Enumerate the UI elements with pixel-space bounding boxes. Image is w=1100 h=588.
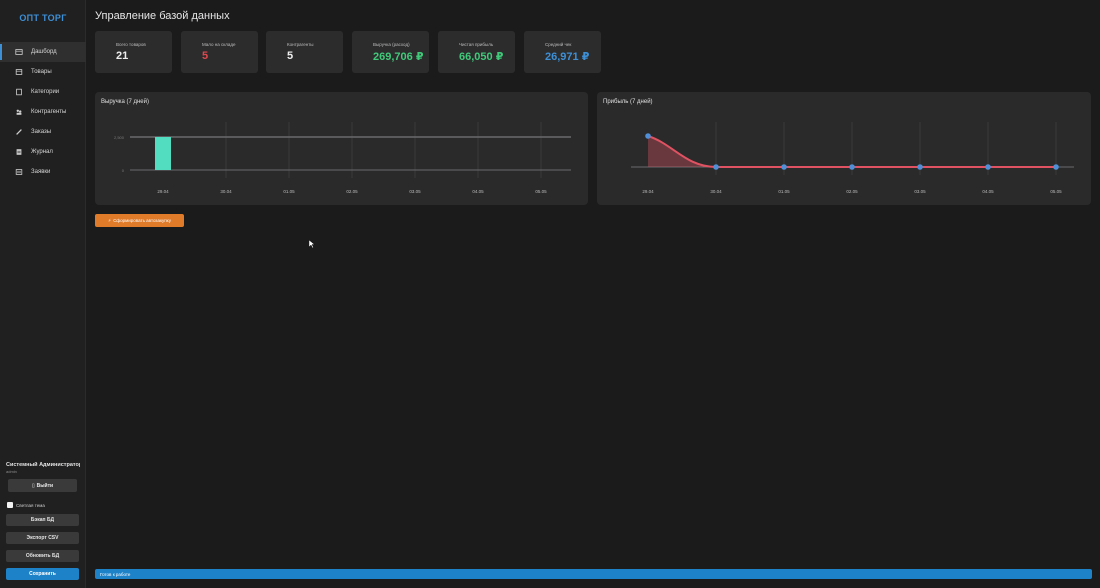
sidebar-item-categories[interactable]: Категории xyxy=(0,82,86,102)
stat-label: Средний чек xyxy=(545,42,572,47)
sidebar-item-label: Товары xyxy=(31,69,52,75)
light-theme-checkbox[interactable]: Светлая тема xyxy=(7,502,45,508)
x-tick-label: 01.05 xyxy=(778,189,790,194)
profit-chart: 29.04 30.04 01.05 02.05 03.05 04.05 05.05 xyxy=(631,122,1074,194)
folder-icon xyxy=(14,87,24,97)
stat-card-total-products: Всего товаров 21 xyxy=(95,31,172,73)
status-text: Готов к работе xyxy=(100,571,131,577)
stat-value: 269,706 ₽ xyxy=(373,51,424,63)
sidebar: ОПТ ТОРГ Дашборд Товары Категории Контра… xyxy=(0,0,86,588)
x-tick-label: 29.04 xyxy=(642,189,654,194)
status-bar: Готов к работе xyxy=(95,569,1092,579)
y-tick-label: 2,500 xyxy=(114,135,125,140)
sidebar-item-label: Заявки xyxy=(31,169,51,175)
revenue-chart-title: Выручка (7 дней) xyxy=(101,99,149,105)
sidebar-item-requests[interactable]: Заявки xyxy=(0,162,86,182)
data-point xyxy=(917,164,923,170)
data-point xyxy=(985,164,991,170)
checkbox-box[interactable] xyxy=(7,502,13,508)
stat-value: 66,050 ₽ xyxy=(459,51,504,63)
bar xyxy=(155,137,171,170)
save-button[interactable]: Сохранить xyxy=(6,568,79,580)
x-tick-label: 29.04 xyxy=(157,189,169,194)
stat-value: 5 xyxy=(202,50,209,62)
app-window: ОПТ ТОРГ Дашборд Товары Категории Контра… xyxy=(0,0,1100,588)
sidebar-item-label: Заказы xyxy=(31,129,52,135)
revenue-chart: 2,500 0 29.04 30.04 01.05 02.05 03.05 04.05 05.0… xyxy=(114,122,571,194)
stat-value: 21 xyxy=(116,50,129,62)
stat-card-counterparties: Контрагенты 5 xyxy=(266,31,343,73)
pencil-icon xyxy=(14,127,24,137)
sidebar-item-label: Контрагенты xyxy=(31,109,67,115)
x-tick-label: 03.05 xyxy=(409,189,421,194)
app-logo: ОПТ ТОРГ xyxy=(19,13,67,23)
x-tick-label: 30.04 xyxy=(710,189,722,194)
data-point xyxy=(713,164,719,170)
stat-label: Мало на складе xyxy=(202,42,236,47)
x-tick-label: 04.05 xyxy=(982,189,994,194)
bolt-icon: ⚡ xyxy=(108,217,112,223)
x-tick-label: 01.05 xyxy=(283,189,295,194)
data-point xyxy=(849,164,855,170)
user-name: Системный Администратор xyxy=(6,462,80,468)
stat-value: 26,971 ₽ xyxy=(545,51,590,63)
data-point xyxy=(1053,164,1059,170)
sidebar-nav: Дашборд Товары Категории Контрагенты Зак… xyxy=(0,42,86,182)
sidebar-item-label: Журнал xyxy=(31,149,53,155)
data-point xyxy=(645,133,651,139)
sidebar-item-dashboard[interactable]: Дашборд xyxy=(0,42,86,62)
revenue-chart-panel: 2,500 0 29.04 30.04 01.05 02.05 03.05 04.05 05.0… xyxy=(95,92,588,205)
export-csv-button[interactable]: Экспорт CSV xyxy=(6,532,79,544)
stat-label: Контрагенты xyxy=(287,42,314,47)
stat-label: Всего товаров xyxy=(116,42,146,47)
x-tick-label: 30.04 xyxy=(220,189,232,194)
logout-icon: ▯ xyxy=(31,482,35,489)
stat-card-revenue: Выручка (расход) 269,706 ₽ xyxy=(352,31,429,73)
box-icon xyxy=(14,67,24,77)
x-tick-label: 02.05 xyxy=(346,189,358,194)
dashboard-icon xyxy=(14,47,24,57)
user-info: Системный Администратор admin xyxy=(6,462,80,474)
users-icon xyxy=(14,107,24,117)
page-title: Управление базой данных xyxy=(95,10,230,22)
sidebar-item-label: Категории xyxy=(31,89,60,95)
sidebar-item-orders[interactable]: Заказы xyxy=(0,122,86,142)
auto-purchase-button[interactable]: ⚡ Сформировать автозакупку xyxy=(95,214,184,227)
data-point xyxy=(781,164,787,170)
journal-icon xyxy=(14,147,24,157)
backup-db-button[interactable]: Бэкап БД xyxy=(6,514,79,526)
profit-chart-title: Прибыль (7 дней) xyxy=(603,99,653,105)
list-icon xyxy=(14,167,24,177)
x-tick-label: 02.05 xyxy=(846,189,858,194)
stat-card-average-check: Средний чек 26,971 ₽ xyxy=(524,31,601,73)
x-tick-label: 03.05 xyxy=(914,189,926,194)
sidebar-item-journal[interactable]: Журнал xyxy=(0,142,86,162)
x-tick-label: 05.05 xyxy=(1050,189,1062,194)
y-tick-label: 0 xyxy=(122,168,125,173)
stat-card-net-profit: Чистая прибыль 66,050 ₽ xyxy=(438,31,515,73)
theme-label: Светлая тема xyxy=(16,502,45,508)
profit-chart-panel: 29.04 30.04 01.05 02.05 03.05 04.05 05.05 Приб… xyxy=(597,92,1091,205)
stat-card-low-stock: Мало на складе 5 xyxy=(181,31,258,73)
stat-label: Чистая прибыль xyxy=(459,42,494,47)
user-role: admin xyxy=(6,469,17,474)
logout-button[interactable]: ▯ Выйти xyxy=(8,479,77,492)
x-tick-label: 05.05 xyxy=(535,189,547,194)
refresh-db-button[interactable]: Обновить БД xyxy=(6,550,79,562)
sidebar-item-products[interactable]: Товары xyxy=(0,62,86,82)
sidebar-item-counterparties[interactable]: Контрагенты xyxy=(0,102,86,122)
x-tick-label: 04.05 xyxy=(472,189,484,194)
auto-purchase-label: Сформировать автозакупку xyxy=(113,218,171,223)
stat-label: Выручка (расход) xyxy=(373,42,410,47)
sidebar-item-label: Дашборд xyxy=(31,49,57,55)
logout-label: Выйти xyxy=(36,482,54,489)
stat-value: 5 xyxy=(287,50,294,62)
mouse-cursor-icon xyxy=(309,240,315,248)
